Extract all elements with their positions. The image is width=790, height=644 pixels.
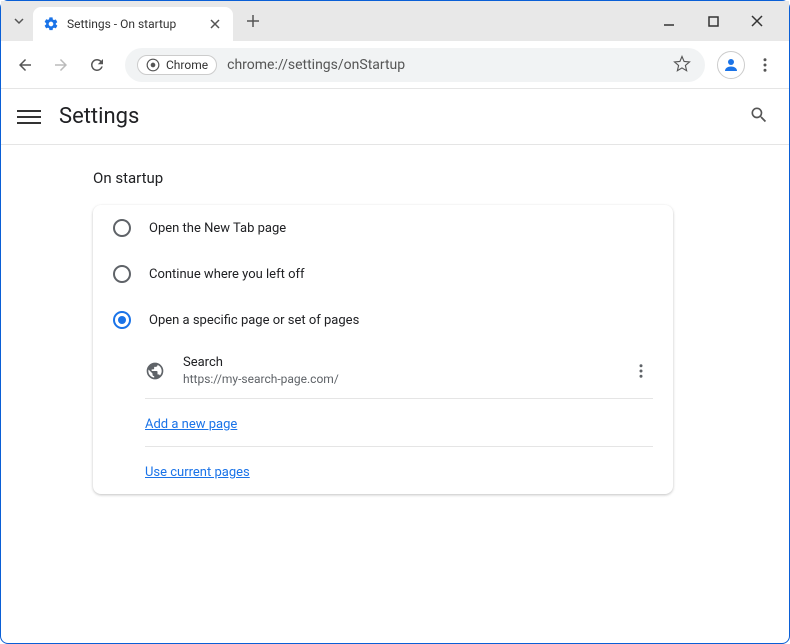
- bookmark-star-icon[interactable]: [673, 55, 693, 75]
- globe-icon: [145, 361, 165, 381]
- page-title: Settings: [59, 104, 139, 129]
- close-window-button[interactable]: [741, 5, 773, 37]
- forward-button[interactable]: [45, 49, 77, 81]
- site-chip[interactable]: Chrome: [137, 55, 217, 75]
- option-continue[interactable]: Continue where you left off: [93, 251, 673, 297]
- startup-page-item: Search https://my-search-page.com/: [93, 343, 673, 398]
- url-text: chrome://settings/onStartup: [227, 57, 663, 73]
- startup-card: Open the New Tab page Continue where you…: [93, 205, 673, 494]
- radio-icon: [113, 219, 131, 237]
- option-specific-pages[interactable]: Open a specific page or set of pages: [93, 297, 673, 343]
- tab-title: Settings - On startup: [67, 17, 199, 31]
- site-chip-label: Chrome: [166, 58, 208, 72]
- page-name: Search: [183, 355, 611, 370]
- profile-button[interactable]: [717, 51, 745, 79]
- back-button[interactable]: [9, 49, 41, 81]
- window-titlebar: Settings - On startup: [1, 1, 789, 41]
- add-page-row: Add a new page: [93, 399, 673, 446]
- close-icon[interactable]: [207, 16, 223, 32]
- radio-icon: [113, 265, 131, 283]
- gear-icon: [43, 16, 59, 32]
- tab-search-dropdown[interactable]: [5, 7, 33, 35]
- add-page-link[interactable]: Add a new page: [145, 417, 237, 432]
- use-current-row: Use current pages: [93, 447, 673, 494]
- radio-label: Open a specific page or set of pages: [149, 313, 359, 328]
- use-current-link[interactable]: Use current pages: [145, 465, 250, 480]
- section-title: On startup: [93, 169, 789, 187]
- page-more-button[interactable]: [629, 359, 653, 383]
- option-new-tab[interactable]: Open the New Tab page: [93, 205, 673, 251]
- address-bar[interactable]: Chrome chrome://settings/onStartup: [125, 48, 705, 82]
- content-area: On startup Open the New Tab page Continu…: [1, 145, 789, 494]
- browser-tab[interactable]: Settings - On startup: [33, 7, 233, 41]
- radio-label: Continue where you left off: [149, 267, 305, 282]
- menu-icon[interactable]: [17, 105, 41, 129]
- radio-icon: [113, 311, 131, 329]
- new-tab-button[interactable]: [239, 7, 267, 35]
- radio-label: Open the New Tab page: [149, 221, 286, 236]
- browser-menu-button[interactable]: [749, 49, 781, 81]
- browser-toolbar: Chrome chrome://settings/onStartup: [1, 41, 789, 89]
- page-url: https://my-search-page.com/: [183, 372, 611, 386]
- minimize-button[interactable]: [653, 5, 685, 37]
- search-icon[interactable]: [749, 105, 773, 129]
- settings-header: Settings: [1, 89, 789, 145]
- reload-button[interactable]: [81, 49, 113, 81]
- maximize-button[interactable]: [697, 5, 729, 37]
